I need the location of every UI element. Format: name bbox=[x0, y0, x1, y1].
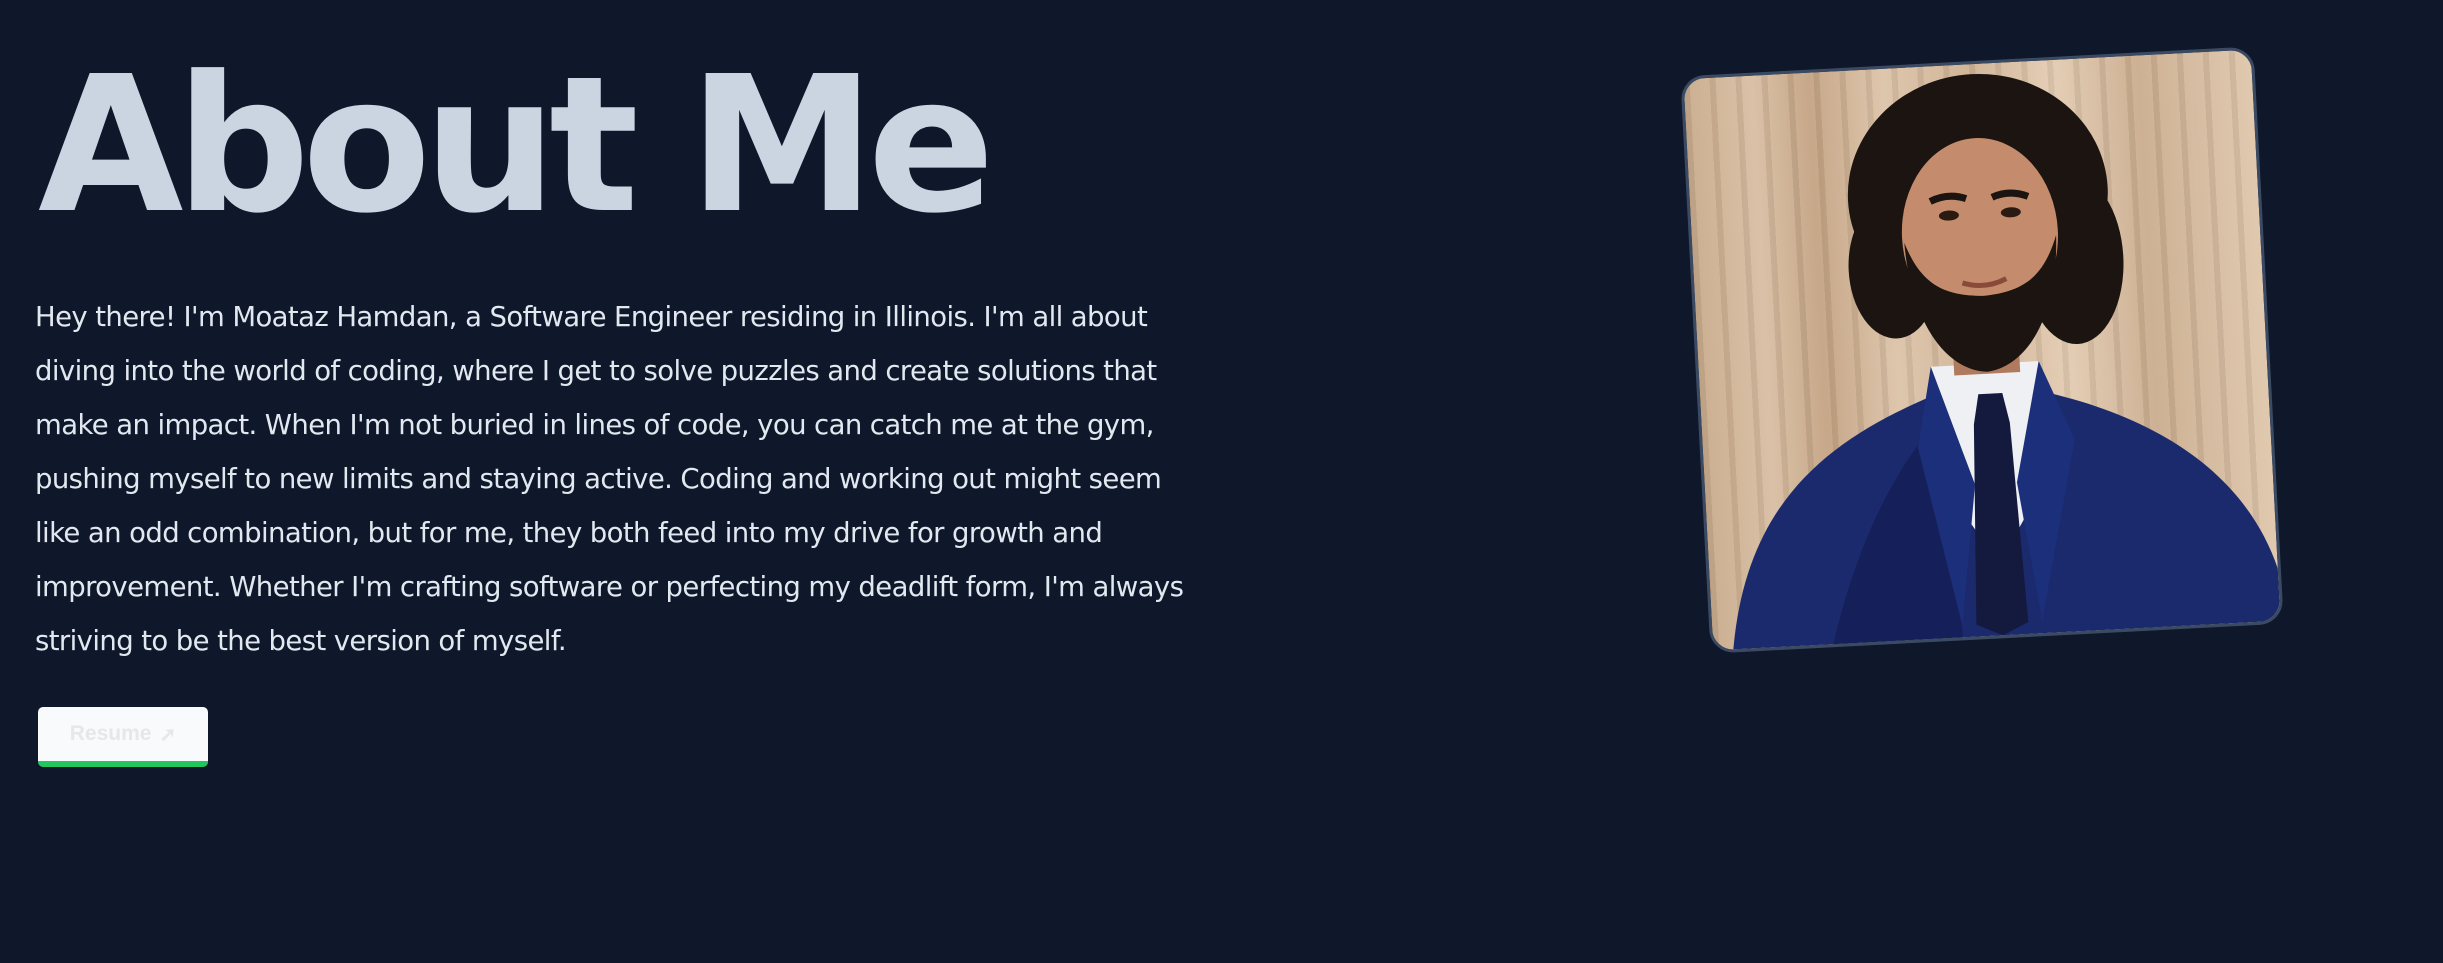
resume-button-label: Resume bbox=[69, 722, 152, 745]
profile-photo bbox=[1680, 46, 2284, 654]
about-section: About Me Hey there! I'm Moataz Hamdan, a… bbox=[0, 0, 2443, 963]
arrow-up-right-icon: ➚ bbox=[159, 723, 177, 746]
resume-button[interactable]: Resume ➚ bbox=[38, 707, 208, 767]
person-illustration bbox=[1733, 73, 2281, 650]
bio-paragraph: Hey there! I'm Moataz Hamdan, a Software… bbox=[35, 301, 1184, 657]
page-title: About Me bbox=[38, 36, 995, 255]
